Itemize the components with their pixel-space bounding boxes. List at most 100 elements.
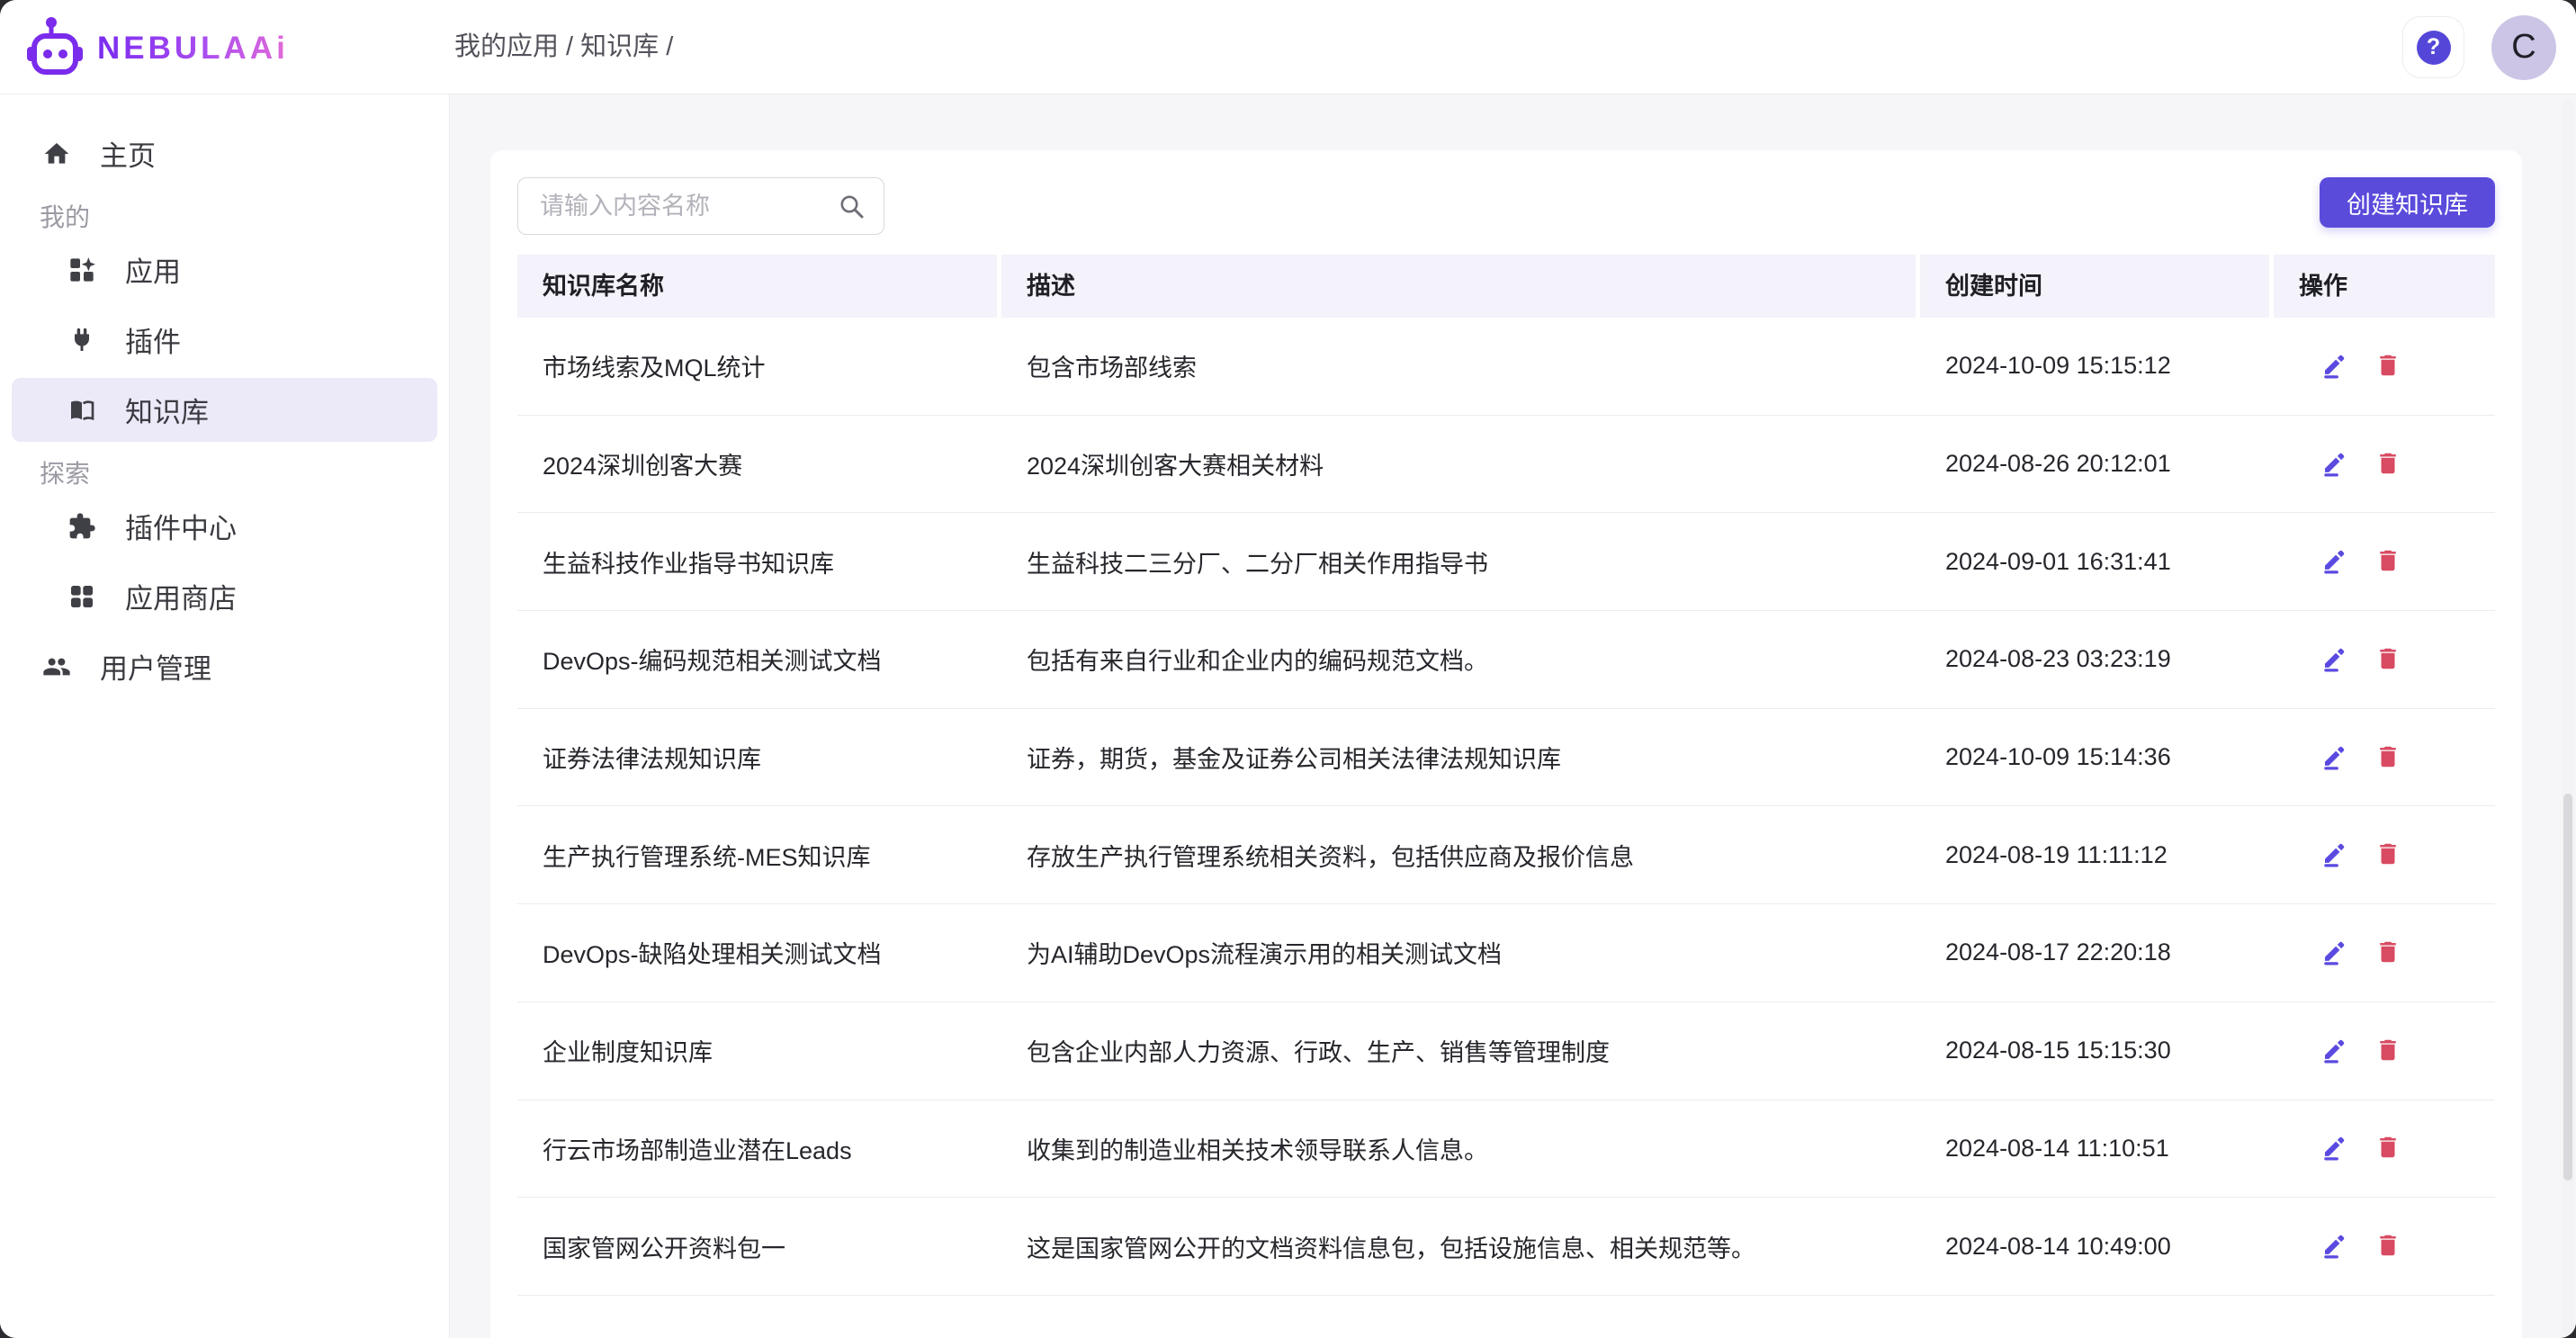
row-actions [2274,645,2495,674]
help-button[interactable]: ? [2402,16,2464,78]
delete-button[interactable] [2374,1232,2403,1261]
row-actions [2274,1134,2495,1163]
create-kb-button[interactable]: 创建知识库 [2320,177,2495,228]
row-actions [2274,743,2495,772]
edit-icon [2320,743,2347,772]
kb-name: DevOps-缺陷处理相关测试文档 [517,935,997,970]
breadcrumb[interactable]: 我的应用 / 知识库 / [454,0,673,94]
kb-name: 企业制度知识库 [517,1033,997,1068]
delete-button[interactable] [2374,840,2403,869]
sidebar: 主页我的应用插件知识库探索插件中心应用商店用户管理 [0,94,450,1338]
edit-icon [2320,938,2347,967]
sidebar-item-label: 插件 [125,319,181,360]
kb-table: 知识库名称 描述 创建时间 操作 市场线索及MQL统计包含市场部线索2024-1… [517,255,2495,1296]
table-row: DevOps-编码规范相关测试文档包括有来自行业和企业内的编码规范文档。2024… [517,611,2495,709]
table-row: 证券法律法规知识库证券，期货，基金及证券公司相关法律法规知识库2024-10-0… [517,709,2495,807]
app-root: NEBULAAi 我的应用 / 知识库 / ? C 主页我的应用插件知识库探索插… [0,0,2576,1338]
kb-name: 证券法律法规知识库 [517,740,997,775]
kb-name: 生产执行管理系统-MES知识库 [517,838,997,873]
edit-button[interactable] [2320,352,2349,381]
edit-button[interactable] [2320,547,2349,576]
trash-icon [2374,1037,2401,1065]
kb-name: 2024深圳创客大赛 [517,446,997,481]
kb-name: 市场线索及MQL统计 [517,348,997,383]
edit-icon [2320,450,2347,479]
trash-icon [2374,743,2401,772]
robot-logo-icon [27,16,83,81]
edit-button[interactable] [2320,938,2349,967]
delete-button[interactable] [2374,1037,2403,1065]
sidebar-item-users[interactable]: 用户管理 [12,634,437,698]
question-mark-icon: ? [2417,31,2451,65]
delete-button[interactable] [2374,743,2403,772]
kb-description: 存放生产执行管理系统相关资料，包括供应商及报价信息 [1001,838,1916,873]
sidebar-item-home[interactable]: 主页 [12,121,437,185]
kb-created-time: 2024-08-26 20:12:01 [1920,450,2269,478]
edit-button[interactable] [2320,1232,2349,1261]
edit-icon [2320,1134,2347,1163]
row-actions [2274,352,2495,381]
row-actions [2274,1037,2495,1065]
edit-icon [2320,1037,2347,1065]
puzzle-icon [67,512,96,541]
edit-icon [2320,1232,2347,1261]
edit-button[interactable] [2320,1134,2349,1163]
table-row: DevOps-缺陷处理相关测试文档为AI辅助DevOps流程演示用的相关测试文档… [517,904,2495,1002]
trash-icon [2374,938,2401,967]
edit-button[interactable] [2320,1037,2349,1065]
table-row: 企业制度知识库包含企业内部人力资源、行政、生产、销售等管理制度2024-08-1… [517,1002,2495,1100]
kb-name: DevOps-编码规范相关测试文档 [517,642,997,677]
table-row: 2024深圳创客大赛2024深圳创客大赛相关材料2024-08-26 20:12… [517,416,2495,514]
kb-created-time: 2024-08-14 10:49:00 [1920,1233,2269,1261]
brand-logo[interactable]: NEBULAAi [27,16,289,81]
edit-button[interactable] [2320,645,2349,674]
sidebar-item-label: 知识库 [125,390,209,430]
sidebar-item-plugin[interactable]: 插件 [12,308,437,372]
row-actions [2274,450,2495,479]
kb-description: 生益科技二三分厂、二分厂相关作用指导书 [1001,544,1916,579]
delete-button[interactable] [2374,1134,2403,1163]
content-card: 创建知识库 知识库名称 描述 创建时间 操作 市场线索及MQL统计包含市场部线索… [490,150,2522,1338]
store-icon [67,582,96,611]
edit-button[interactable] [2320,743,2349,772]
row-actions [2274,938,2495,967]
sidebar-item-puzzle[interactable]: 插件中心 [12,494,437,558]
avatar[interactable]: C [2491,15,2556,80]
trash-icon [2374,547,2401,576]
kb-created-time: 2024-09-01 16:31:41 [1920,548,2269,576]
delete-button[interactable] [2374,450,2403,479]
kb-name: 生益科技作业指导书知识库 [517,544,997,579]
edit-icon [2320,840,2347,869]
table-row: 行云市场部制造业潜在Leads收集到的制造业相关技术领导联系人信息。2024-0… [517,1100,2495,1199]
sidebar-item-label: 主页 [100,133,156,174]
scrollbar [2562,101,2574,1334]
top-header: NEBULAAi 我的应用 / 知识库 / ? C [0,0,2576,94]
table-header: 知识库名称 描述 创建时间 操作 [517,255,2495,318]
edit-icon [2320,547,2347,576]
search-input[interactable] [517,177,884,235]
kb-name: 国家管网公开资料包一 [517,1229,997,1264]
search-box [517,177,884,235]
delete-button[interactable] [2374,352,2403,381]
search-icon[interactable] [838,193,865,220]
kb-description: 2024深圳创客大赛相关材料 [1001,446,1916,481]
delete-button[interactable] [2374,547,2403,576]
sidebar-item-apps[interactable]: 应用 [12,238,437,301]
col-header-actions: 操作 [2274,255,2495,318]
delete-button[interactable] [2374,645,2403,674]
col-header-desc: 描述 [1001,255,1916,318]
scrollbar-thumb[interactable] [2563,794,2572,1181]
sidebar-item-label: 应用商店 [125,576,237,616]
delete-button[interactable] [2374,938,2403,967]
sidebar-item-book[interactable]: 知识库 [12,378,437,442]
edit-button[interactable] [2320,840,2349,869]
plugin-icon [67,326,96,355]
table-row: 市场线索及MQL统计包含市场部线索2024-10-09 15:15:12 [517,318,2495,416]
home-icon [42,139,71,168]
trash-icon [2374,840,2401,869]
kb-created-time: 2024-08-17 22:20:18 [1920,938,2269,966]
edit-icon [2320,352,2347,381]
trash-icon [2374,645,2401,674]
sidebar-item-store[interactable]: 应用商店 [12,564,437,628]
edit-button[interactable] [2320,450,2349,479]
